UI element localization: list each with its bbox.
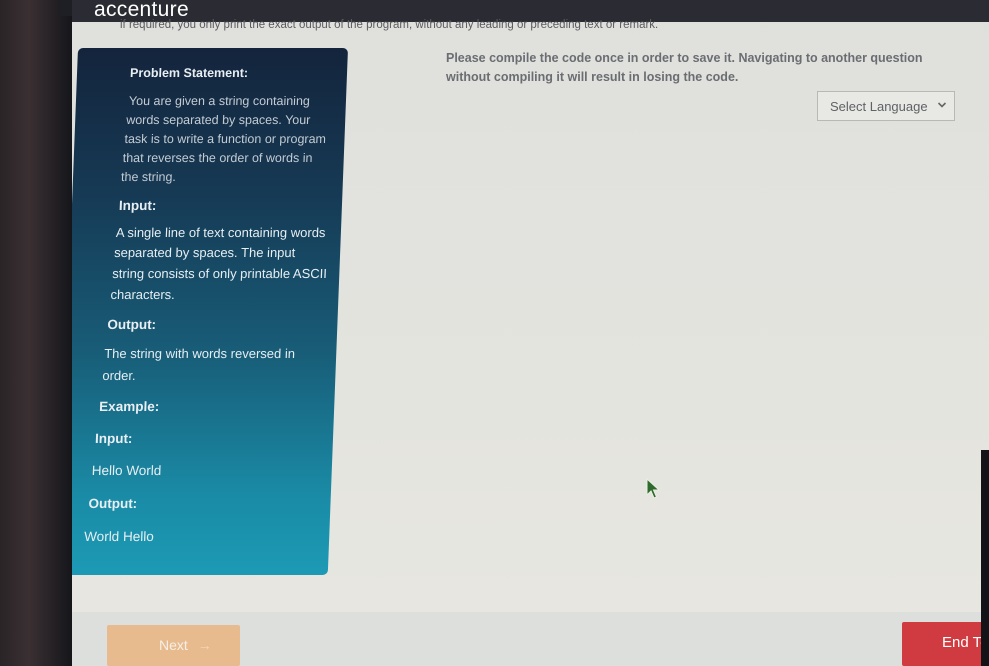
input-heading: Input: — [118, 198, 157, 213]
problem-statement-line: that reverses the order of words in — [122, 151, 313, 165]
compile-notice-line: without compiling it will result in losi… — [446, 70, 739, 84]
language-select-value: Select Language — [830, 99, 928, 114]
input-description-line: characters. — [110, 287, 176, 302]
monitor-bezel-left — [0, 0, 72, 666]
problem-statement-line: task is to write a function or program — [124, 132, 327, 146]
next-button[interactable]: Next → — [107, 625, 240, 666]
output-description-line: The string with words reversed in — [103, 346, 296, 361]
example-heading: Example: — [98, 399, 160, 414]
example-output-heading: Output: — [88, 496, 138, 511]
next-button-label: Next → — [159, 637, 212, 653]
problem-statement-line: words separated by spaces. Your — [125, 113, 311, 127]
arrow-right-icon: → — [197, 637, 212, 653]
example-output-value: World Hello — [83, 529, 155, 544]
input-description-line: separated by spaces. The input — [113, 245, 296, 260]
output-heading: Output: — [107, 317, 157, 332]
problem-statement-heading: Problem Statement: — [129, 66, 249, 80]
example-input-value: Hello World — [91, 463, 162, 478]
input-description-line: A single line of text containing words — [115, 225, 326, 240]
test-screen: accenture if required, you only print th… — [72, 0, 989, 666]
end-test-button[interactable]: End Te — [902, 622, 989, 666]
monitor-bezel-right — [981, 450, 989, 666]
mouse-pointer-icon — [646, 478, 661, 499]
chevron-down-icon — [937, 102, 947, 108]
instruction-text: if required, you only print the exact ou… — [120, 19, 659, 31]
output-description-line: order. — [102, 368, 136, 383]
input-description-line: string consists of only printable ASCII — [112, 266, 328, 281]
problem-statement-line: You are given a string containing — [128, 94, 311, 108]
problem-statement-line: the string. — [120, 170, 177, 184]
example-input-heading: Input: — [94, 431, 133, 446]
language-select[interactable]: Select Language — [817, 91, 955, 121]
problem-statement-panel: Problem Statement: You are given a strin… — [72, 48, 349, 575]
compile-notice-line: Please compile the code once in order to… — [446, 51, 923, 65]
compile-notice: Please compile the code once in order to… — [446, 49, 966, 87]
